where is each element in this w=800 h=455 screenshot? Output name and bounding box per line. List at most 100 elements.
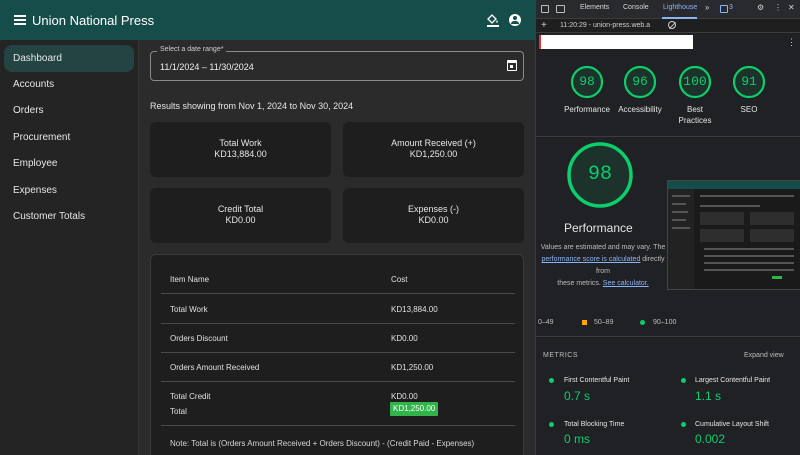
devtools-panel: Elements Console Lighthouse » 3 ⚙ ⋮ ✕ + …: [535, 0, 800, 455]
thumbnail-card: [700, 229, 744, 242]
url-bar: [539, 35, 693, 49]
date-range-value[interactable]: 11/1/2024 – 11/30/2024: [160, 62, 254, 72]
card-title: Amount Received (+): [391, 138, 476, 148]
gauge-score: 98: [579, 74, 595, 89]
new-report-icon[interactable]: +: [541, 20, 547, 31]
calendar-icon[interactable]: [507, 60, 517, 71]
tab-console[interactable]: Console: [623, 4, 649, 11]
issues-count: 3: [729, 4, 733, 11]
metric-name: Largest Contentful Paint: [695, 377, 771, 384]
card-expenses: Expenses (-) KD0.00: [343, 188, 524, 243]
metric-value: 1.1 s: [695, 389, 722, 403]
table-note: Note: Total is (Orders Amount Received +…: [170, 439, 475, 448]
lighthouse-report: ⋮ 98 Performance 96 Accessibility 100 Be…: [536, 33, 800, 455]
thumbnail-total-badge: [772, 276, 782, 279]
legend-pass-icon: [640, 320, 645, 325]
values-note: Values are estimated and may vary. The p…: [536, 242, 670, 290]
thumbnail-line: [704, 262, 794, 264]
thumbnail-card: [700, 212, 744, 225]
report-selector[interactable]: 11:20:29 - union-press.web.a: [560, 22, 650, 29]
page-screenshot-thumbnail[interactable]: [667, 180, 800, 290]
row-cost: KD0.00: [391, 334, 418, 343]
card-title: Credit Total: [217, 204, 264, 214]
account-icon[interactable]: [509, 14, 521, 26]
thumbnail-line: [700, 205, 760, 207]
sidebar-item-expenses[interactable]: Expenses: [4, 177, 134, 204]
more-options-icon[interactable]: ⋮: [774, 3, 782, 12]
sidebar-item-customer-totals[interactable]: Customer Totals: [4, 203, 134, 230]
date-range-field[interactable]: Select a date range* 11/1/2024 – 11/30/2…: [150, 46, 524, 81]
card-value: KD0.00: [418, 215, 449, 225]
inspect-icon[interactable]: [541, 5, 549, 13]
tab-lighthouse[interactable]: Lighthouse: [663, 4, 697, 11]
close-icon[interactable]: ✕: [788, 3, 795, 12]
thumbnail-card: [750, 229, 794, 242]
sidebar-item-procurement[interactable]: Procurement: [4, 124, 134, 151]
app-bar: Union National Press: [0, 0, 535, 40]
table-row-total: Total KD1,250.00: [161, 397, 515, 426]
card-value: KD1,250.00: [409, 149, 458, 159]
gauge-accessibility[interactable]: 96: [623, 65, 657, 99]
gauge-label: SEO: [740, 105, 758, 114]
thumbnail-line: [672, 211, 688, 213]
values-note-text: these metrics.: [557, 280, 601, 287]
gauge-best-practices[interactable]: 100: [678, 65, 712, 99]
gauge-score: 96: [632, 74, 648, 89]
thumbnail-line: [700, 195, 794, 197]
metric-pass-icon: [681, 378, 686, 383]
report-menu-icon[interactable]: ⋮: [787, 37, 796, 48]
row-name: Orders Discount: [170, 334, 228, 343]
performance-score-link[interactable]: performance score is calculated: [542, 256, 641, 263]
thumbnail-appbar: [668, 181, 800, 189]
sidebar-item-accounts[interactable]: Accounts: [4, 71, 134, 98]
legend-pass: 90–100: [653, 319, 677, 326]
metric-value: 0.002: [695, 432, 726, 446]
expand-view-button[interactable]: Expand view: [744, 352, 784, 359]
more-tabs-icon[interactable]: »: [705, 3, 709, 12]
row-cost: KD1,250.00: [391, 363, 434, 372]
settings-gear-icon[interactable]: ⚙: [757, 3, 764, 12]
issues-icon[interactable]: [720, 5, 728, 13]
card-total-work: Total Work KD13,884.00: [150, 122, 331, 177]
card-title: Total Work: [219, 138, 262, 148]
app-window: Union National Press Dashboard Accounts …: [0, 0, 535, 455]
gauge-score: 100: [683, 74, 707, 89]
row-cost: KD13,884.00: [391, 305, 438, 314]
tab-elements[interactable]: Elements: [580, 4, 609, 11]
sidebar-item-orders[interactable]: Orders: [4, 97, 134, 124]
row-name: Total: [170, 407, 187, 416]
card-value: KD0.00: [225, 215, 256, 225]
thumbnail-line: [704, 255, 794, 257]
lighthouse-toolbar: + 11:20:29 - union-press.web.a: [536, 19, 800, 33]
metric-pass-icon: [549, 422, 554, 427]
menu-icon[interactable]: [14, 15, 26, 25]
paint-bucket-icon[interactable]: [486, 13, 500, 27]
metric-pass-icon: [549, 378, 554, 383]
legend-average-icon: [582, 320, 587, 325]
calculator-link[interactable]: See calculator.: [603, 280, 649, 287]
row-name: Orders Amount Received: [170, 363, 260, 372]
gauge-label: Best Practices: [678, 105, 712, 125]
values-note-text: Values are estimated and may vary. The: [540, 244, 666, 251]
main-content: Select a date range* 11/1/2024 – 11/30/2…: [139, 40, 535, 455]
results-text: Results showing from Nov 1, 2024 to Nov …: [150, 101, 354, 111]
clear-icon[interactable]: [668, 21, 676, 29]
date-range-label: Select a date range*: [157, 46, 227, 53]
thumbnail-line: [704, 248, 794, 250]
sidebar-item-employee[interactable]: Employee: [4, 150, 134, 177]
card-value: KD13,884.00: [214, 149, 267, 159]
sidebar-item-dashboard[interactable]: Dashboard: [4, 45, 134, 72]
app-title: Union National Press: [32, 13, 155, 28]
legend-average: 50–89: [594, 319, 614, 326]
gauge-score: 98: [587, 163, 612, 186]
thumbnail-line: [672, 219, 686, 221]
gauge-seo[interactable]: 91: [732, 65, 766, 99]
gauge-performance[interactable]: 98: [570, 65, 604, 99]
devtools-tab-bar: Elements Console Lighthouse » 3 ⚙ ⋮ ✕: [536, 0, 800, 19]
header-item-name: Item Name: [170, 275, 210, 284]
table-row: Orders Amount Received KD1,250.00: [161, 353, 515, 382]
device-toolbar-icon[interactable]: [556, 5, 565, 13]
thumbnail-card: [750, 212, 794, 225]
thumbnail-line: [672, 227, 690, 229]
metric-value: 0.7 s: [564, 389, 591, 403]
